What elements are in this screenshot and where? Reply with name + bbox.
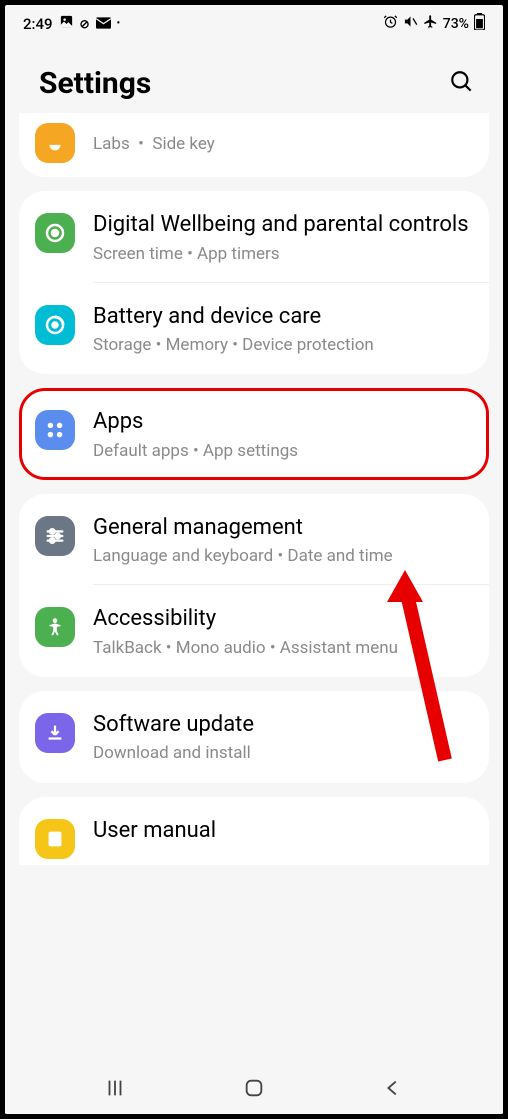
settings-list: Labs • Side key Digital Wellbeing and pa… (5, 113, 503, 865)
camera-off-icon: ⊘ (80, 17, 90, 31)
nav-back-button[interactable] (382, 1077, 404, 1103)
item-title: User manual (93, 817, 471, 845)
card-software: Software update Download and install (19, 691, 489, 783)
search-button[interactable] (449, 69, 475, 99)
settings-item-accessibility[interactable]: Accessibility TalkBack • Mono audio • As… (19, 585, 489, 677)
card-apps-highlighted: Apps Default apps • App settings (19, 388, 489, 480)
item-title: Accessibility (93, 605, 471, 633)
alarm-icon (383, 14, 398, 33)
apps-icon (35, 410, 75, 450)
settings-item-general[interactable]: General management Language and keyboard… (19, 494, 489, 586)
item-subtitle: Storage • Memory • Device protection (93, 334, 471, 356)
card-manual: User manual (19, 797, 489, 865)
general-icon (35, 516, 75, 556)
screen: 2:49 ⊘ • 73% Setti (5, 5, 503, 1114)
item-subtitle: TalkBack • Mono audio • Assistant menu (93, 637, 471, 659)
card-system: General management Language and keyboard… (19, 494, 489, 677)
status-time: 2:49 (23, 15, 53, 33)
settings-item-apps[interactable]: Apps Default apps • App settings (19, 388, 489, 480)
manual-icon (35, 819, 75, 859)
accessibility-icon (35, 607, 75, 647)
mail-icon (96, 15, 111, 33)
battery-percent: 73% (443, 16, 469, 32)
item-subtitle: Default apps • App settings (93, 440, 471, 462)
settings-item-software[interactable]: Software update Download and install (19, 691, 489, 783)
gallery-icon (59, 14, 74, 33)
card-labs: Labs • Side key (19, 113, 489, 177)
settings-item-manual[interactable]: User manual (19, 797, 489, 865)
header: Settings (5, 38, 503, 119)
more-icon: • (117, 18, 121, 29)
settings-item-battery[interactable]: Battery and device care Storage • Memory… (19, 283, 489, 375)
labs-icon (35, 123, 75, 163)
status-bar: 2:49 ⊘ • 73% (5, 5, 503, 38)
software-update-icon (35, 713, 75, 753)
item-title: Apps (93, 408, 471, 436)
navigation-bar (5, 1066, 503, 1114)
battery-care-icon (35, 305, 75, 345)
wellbeing-icon (35, 213, 75, 253)
item-title: Digital Wellbeing and parental controls (93, 211, 471, 239)
battery-icon (474, 13, 485, 34)
settings-item-wellbeing[interactable]: Digital Wellbeing and parental controls … (19, 191, 489, 283)
mute-icon (403, 14, 418, 33)
item-title: General management (93, 514, 471, 542)
item-title: Labs (93, 134, 130, 154)
page-title: Settings (39, 66, 151, 101)
settings-item-labs[interactable]: Labs • Side key (19, 113, 489, 177)
item-title: Software update (93, 711, 471, 739)
card-device: Digital Wellbeing and parental controls … (19, 191, 489, 374)
nav-home-button[interactable] (243, 1077, 265, 1103)
item-subtitle: Download and install (93, 742, 471, 764)
item-subtitle: Language and keyboard • Date and time (93, 545, 471, 567)
item-title: Battery and device care (93, 303, 471, 331)
item-subtitle: Side key (152, 134, 214, 154)
airplane-icon (423, 14, 438, 33)
item-subtitle: Screen time • App timers (93, 243, 471, 265)
nav-recents-button[interactable] (104, 1077, 126, 1103)
